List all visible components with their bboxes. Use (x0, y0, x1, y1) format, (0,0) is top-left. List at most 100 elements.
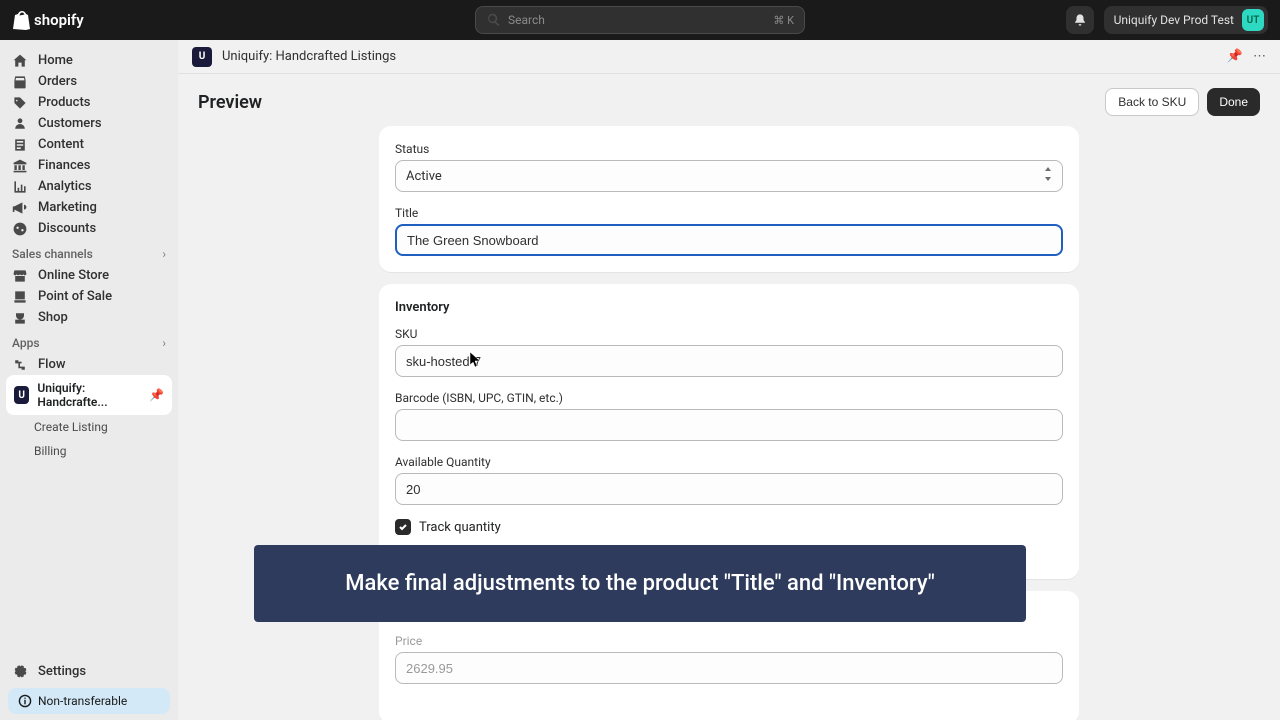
status-label: Status (395, 142, 1063, 156)
inventory-heading: Inventory (395, 300, 1063, 315)
sidebar-item-label: Online Store (38, 268, 109, 283)
sidebar-item-home[interactable]: Home (0, 50, 178, 71)
sub-item-billing[interactable]: Billing (0, 439, 178, 463)
section-label: Sales channels (12, 247, 93, 261)
search-kbd: ⌘ K (773, 14, 794, 27)
sidebar-item-label: Discounts (38, 221, 96, 236)
price-label: Price (395, 634, 1063, 648)
finances-icon (12, 158, 28, 174)
status-title-card: Status Active Title (379, 126, 1079, 272)
marketing-icon (12, 200, 28, 216)
discounts-icon (12, 221, 28, 237)
shop-icon (12, 310, 28, 326)
sku-input[interactable] (395, 345, 1063, 377)
uniquify-app-icon: U (192, 47, 212, 67)
pos-icon (12, 289, 28, 305)
sidebar-item-pos[interactable]: Point of Sale (0, 286, 178, 307)
sidebar-item-shop[interactable]: Shop (0, 307, 178, 328)
more-icon[interactable]: ⋯ (1253, 49, 1266, 64)
back-to-sku-button[interactable]: Back to SKU (1105, 88, 1199, 116)
shopify-logo[interactable]: shopify (12, 10, 84, 30)
sub-item-label: Billing (34, 444, 67, 458)
search-wrap: Search ⌘ K (475, 6, 805, 34)
app-header: U Uniquify: Handcrafted Listings 📌 ⋯ (178, 40, 1280, 74)
sku-label: SKU (395, 327, 1063, 341)
pin-icon[interactable]: 📌 (1227, 49, 1243, 64)
sidebar-item-flow[interactable]: Flow (0, 354, 178, 375)
done-button[interactable]: Done (1207, 88, 1260, 116)
status-select[interactable]: Active (395, 160, 1063, 192)
brand-text: shopify (34, 11, 84, 29)
sidebar-item-settings[interactable]: Settings (0, 661, 178, 682)
qty-label: Available Quantity (395, 455, 1063, 469)
topbar: shopify Search ⌘ K Uniquify Dev Prod Tes… (0, 0, 1280, 40)
uniquify-app-icon: U (14, 386, 29, 404)
non-transferable-badge[interactable]: Non-transferable (8, 688, 170, 714)
sidebar-item-marketing[interactable]: Marketing (0, 197, 178, 218)
topbar-right: Uniquify Dev Prod Test UT (1066, 6, 1268, 34)
sub-item-label: Create Listing (34, 420, 108, 434)
sidebar-item-customers[interactable]: Customers (0, 113, 178, 134)
qty-input[interactable] (395, 473, 1063, 505)
sales-channels-header[interactable]: Sales channels › (0, 239, 178, 265)
sidebar-item-label: Shop (38, 310, 68, 325)
app-header-title: Uniquify: Handcrafted Listings (222, 49, 396, 64)
title-label: Title (395, 206, 1063, 220)
section-label: Apps (12, 336, 40, 350)
customers-icon (12, 116, 28, 132)
store-name: Uniquify Dev Prod Test (1114, 13, 1234, 27)
home-icon (12, 53, 28, 69)
notifications-button[interactable] (1066, 6, 1094, 34)
store-icon (12, 268, 28, 284)
sidebar-item-label: Uniquify: Handcrafte... (37, 381, 141, 409)
page-header: Preview Back to SKU Done (178, 74, 1280, 126)
button-label: Done (1219, 95, 1248, 109)
search-placeholder: Search (508, 13, 545, 27)
content-icon (12, 137, 28, 153)
sidebar-item-label: Finances (38, 158, 90, 173)
sidebar-item-label: Flow (38, 357, 66, 372)
shopify-bag-icon (12, 10, 30, 30)
button-label: Back to SKU (1118, 95, 1186, 109)
sub-item-create-listing[interactable]: Create Listing (0, 415, 178, 439)
pin-icon[interactable]: 📌 (149, 388, 164, 402)
search-icon (486, 12, 502, 28)
sidebar-item-online-store[interactable]: Online Store (0, 265, 178, 286)
title-input[interactable] (395, 224, 1063, 256)
sidebar-item-finances[interactable]: Finances (0, 155, 178, 176)
barcode-input[interactable] (395, 409, 1063, 441)
sidebar: Home Orders Products Customers Content F… (0, 40, 178, 720)
barcode-label: Barcode (ISBN, UPC, GTIN, etc.) (395, 391, 1063, 405)
search-input[interactable]: Search ⌘ K (475, 6, 805, 34)
sidebar-item-label: Products (38, 95, 90, 110)
sidebar-item-label: Point of Sale (38, 289, 112, 304)
sidebar-item-content[interactable]: Content (0, 134, 178, 155)
gear-icon (12, 664, 28, 680)
sidebar-item-label: Home (38, 53, 73, 68)
sidebar-item-orders[interactable]: Orders (0, 71, 178, 92)
price-input[interactable] (395, 652, 1063, 684)
page-title: Preview (198, 92, 262, 113)
banner-text: Make final adjustments to the product "T… (345, 571, 935, 596)
sidebar-item-label: Orders (38, 74, 77, 89)
bell-icon (1073, 13, 1087, 27)
products-icon (12, 95, 28, 111)
sidebar-item-analytics[interactable]: Analytics (0, 176, 178, 197)
chevron-right-icon: › (162, 336, 166, 350)
sidebar-item-label: Content (38, 137, 84, 152)
orders-icon (12, 74, 28, 90)
sidebar-item-uniquify[interactable]: U Uniquify: Handcrafte... 📌 (6, 375, 172, 415)
sidebar-item-discounts[interactable]: Discounts (0, 218, 178, 239)
apps-header[interactable]: Apps › (0, 328, 178, 354)
checkbox-checked-icon (395, 519, 411, 535)
analytics-icon (12, 179, 28, 195)
sidebar-item-products[interactable]: Products (0, 92, 178, 113)
badge-label: Non-transferable (38, 694, 127, 708)
chevron-right-icon: › (162, 247, 166, 261)
track-quantity-checkbox[interactable]: Track quantity (395, 519, 1063, 535)
info-icon (18, 694, 32, 708)
status-value: Active (406, 169, 442, 184)
sidebar-item-label: Customers (38, 116, 102, 131)
store-switcher[interactable]: Uniquify Dev Prod Test UT (1104, 6, 1268, 34)
sidebar-item-label: Marketing (38, 200, 97, 215)
